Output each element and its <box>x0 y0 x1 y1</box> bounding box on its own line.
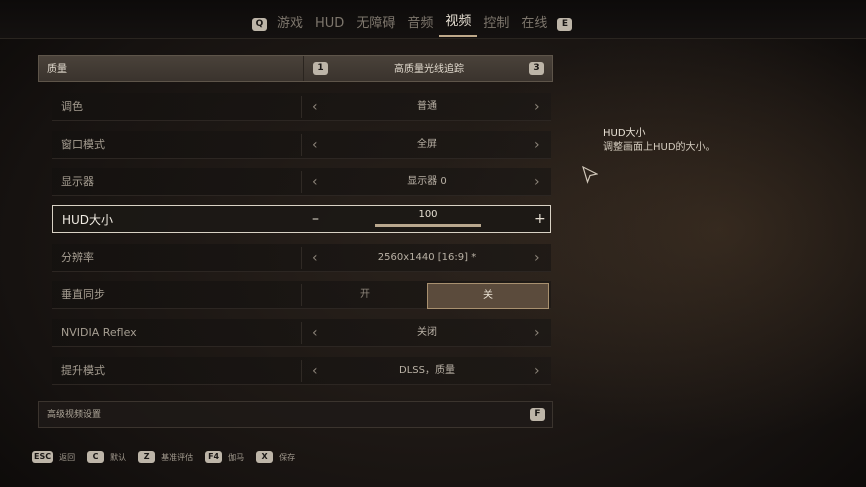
tab-hud[interactable]: HUD <box>309 12 350 36</box>
mouse-cursor-icon <box>582 166 598 184</box>
decrease-button[interactable]: – <box>312 206 319 232</box>
tab-controls[interactable]: 控制 <box>477 12 515 36</box>
chevron-right-icon[interactable]: › <box>534 357 540 385</box>
setting-label: 调色 <box>61 100 83 113</box>
hint-gamma[interactable]: F4 伽马 <box>205 451 244 463</box>
advanced-key[interactable]: F <box>530 408 545 421</box>
hint-label: 基准评估 <box>161 452 194 462</box>
divider <box>301 322 302 344</box>
hint-default[interactable]: C 默认 <box>87 451 126 463</box>
setting-row-window-mode[interactable]: 窗口模式 ‹ 全屏 › <box>52 131 551 159</box>
vsync-off-option[interactable]: 关 <box>427 283 549 309</box>
setting-value: 普通 <box>417 101 437 112</box>
setting-label: HUD大小 <box>62 213 114 227</box>
vsync-on-option[interactable]: 开 <box>306 283 424 307</box>
chevron-left-icon[interactable]: ‹ <box>312 168 318 196</box>
next-tab-key[interactable]: E <box>557 17 573 31</box>
chevron-left-icon[interactable]: ‹ <box>312 131 318 159</box>
chevron-right-icon[interactable]: › <box>534 93 540 121</box>
key-x: X <box>256 451 274 463</box>
setting-value: 2560x1440 [16:9] * <box>377 252 477 263</box>
quality-preset-selector[interactable]: 质量 1 高质量光线追踪 3 <box>38 55 553 82</box>
tab-audio[interactable]: 音频 <box>401 12 439 36</box>
quality-label: 质量 <box>47 64 67 75</box>
divider <box>303 56 304 81</box>
setting-label: 分辨率 <box>61 251 94 264</box>
hint-label: 返回 <box>59 452 76 462</box>
quality-prev-key[interactable]: 1 <box>313 62 328 75</box>
setting-value: 关闭 <box>417 327 437 338</box>
quality-next-key[interactable]: 3 <box>529 62 544 75</box>
hint-save[interactable]: X 保存 <box>256 451 295 463</box>
setting-label: 提升模式 <box>61 364 105 377</box>
chevron-right-icon[interactable]: › <box>534 319 540 347</box>
advanced-label: 高级视频设置 <box>47 410 102 420</box>
hint-label: 默认 <box>110 452 127 462</box>
chevron-left-icon[interactable]: ‹ <box>312 319 318 347</box>
key-z: Z <box>138 451 156 463</box>
setting-value: DLSS，质量 <box>399 365 455 376</box>
settings-tabs: Q 游戏 HUD 无障碍 音频 视频 控制 在线 E <box>248 11 576 37</box>
key-esc: ESC <box>32 451 54 463</box>
key-f4: F4 <box>205 451 223 463</box>
quality-value: 高质量光线追踪 <box>394 64 464 75</box>
hud-size-slider[interactable] <box>375 224 481 227</box>
setting-value: 显示器 0 <box>407 176 447 187</box>
divider <box>301 247 302 269</box>
chevron-left-icon[interactable]: ‹ <box>312 93 318 121</box>
setting-value: 全屏 <box>417 139 437 150</box>
tab-video[interactable]: 视频 <box>439 11 478 37</box>
hud-size-value: 100 <box>418 209 438 220</box>
chevron-right-icon[interactable]: › <box>534 168 540 196</box>
setting-row-vsync: 垂直同步 开 关 <box>52 281 551 309</box>
chevron-right-icon[interactable]: › <box>534 131 540 159</box>
hint-label: 伽马 <box>228 452 245 462</box>
setting-label: 窗口模式 <box>61 138 105 151</box>
top-tab-bar: Q 游戏 HUD 无障碍 音频 视频 控制 在线 E <box>0 0 866 39</box>
key-c: C <box>87 451 105 463</box>
tab-accessibility[interactable]: 无障碍 <box>350 12 401 36</box>
setting-label: NVIDIA Reflex <box>61 326 137 339</box>
increase-button[interactable]: + <box>534 206 546 232</box>
divider <box>301 171 302 193</box>
hint-label: 保存 <box>279 452 296 462</box>
setting-row-resolution[interactable]: 分辨率 ‹ 2560x1440 [16:9] * › <box>52 244 551 272</box>
divider <box>301 284 302 306</box>
setting-row-nvidia-reflex[interactable]: NVIDIA Reflex ‹ 关闭 › <box>52 319 551 347</box>
tab-game[interactable]: 游戏 <box>271 12 309 36</box>
chevron-left-icon[interactable]: ‹ <box>312 244 318 272</box>
help-title: HUD大小 <box>603 128 646 139</box>
setting-row-hud-size[interactable]: HUD大小 – 100 + <box>52 205 551 233</box>
divider <box>301 134 302 156</box>
advanced-video-settings-button[interactable]: 高级视频设置 F <box>38 401 553 428</box>
chevron-left-icon[interactable]: ‹ <box>312 357 318 385</box>
tab-online[interactable]: 在线 <box>515 12 553 36</box>
setting-label: 垂直同步 <box>61 288 105 301</box>
setting-label: 显示器 <box>61 175 94 188</box>
setting-row-tone[interactable]: 调色 ‹ 普通 › <box>52 93 551 121</box>
hint-back[interactable]: ESC 返回 <box>32 451 75 463</box>
footer-hints: ESC 返回 C 默认 Z 基准评估 F4 伽马 X 保存 <box>32 451 307 463</box>
hint-benchmark[interactable]: Z 基准评估 <box>138 451 193 463</box>
chevron-right-icon[interactable]: › <box>534 244 540 272</box>
divider <box>301 96 302 118</box>
setting-row-display[interactable]: 显示器 ‹ 显示器 0 › <box>52 168 551 196</box>
divider <box>301 360 302 382</box>
slider-fill <box>375 224 481 227</box>
prev-tab-key[interactable]: Q <box>252 17 267 31</box>
setting-row-upscale-mode[interactable]: 提升模式 ‹ DLSS，质量 › <box>52 357 551 385</box>
help-description: 调整画面上HUD的大小。 <box>603 142 716 153</box>
